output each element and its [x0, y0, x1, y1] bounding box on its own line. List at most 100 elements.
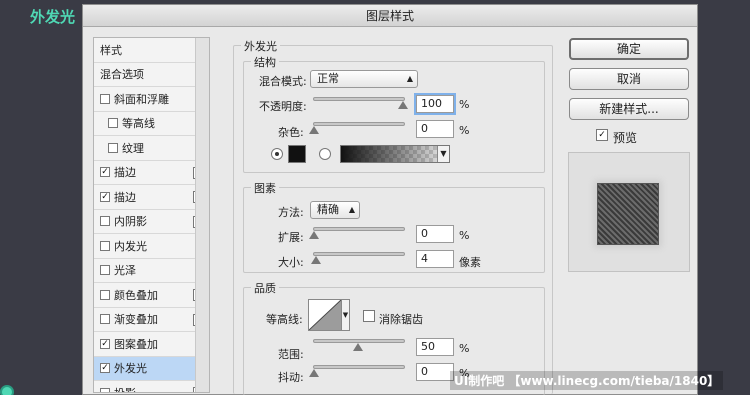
watermark: UI制作吧 【www.linecg.com/tieba/1840】 [450, 371, 724, 390]
antialias-label: 消除锯齿 [379, 313, 423, 326]
glow-color-swatch[interactable] [288, 145, 306, 163]
style-checkbox[interactable]: ✓ [100, 363, 110, 374]
style-list-item[interactable]: 颜色叠加+ [94, 283, 209, 308]
style-list-item-label: 描边 [114, 166, 136, 180]
size-unit: 像素 [459, 256, 481, 269]
style-list-item[interactable]: 等高线 [94, 111, 209, 136]
size-input[interactable]: 4 [416, 250, 454, 268]
jitter-slider[interactable] [313, 365, 405, 369]
spread-slider[interactable] [313, 227, 405, 231]
method-label: 方法: [278, 206, 304, 219]
spread-label: 扩展: [278, 231, 304, 244]
contour-linear-icon [308, 299, 342, 331]
style-checkbox[interactable] [108, 142, 118, 153]
gradient-radio[interactable] [319, 148, 331, 160]
chevron-down-icon[interactable]: ▼ [437, 146, 449, 162]
method-select[interactable]: 精确 ▲ [310, 201, 360, 219]
preview-thumbnail [597, 183, 659, 245]
style-list-item-label: 光泽 [114, 264, 136, 278]
spread-slider-thumb[interactable] [309, 231, 319, 239]
noise-input[interactable]: 0 [416, 120, 454, 138]
style-checkbox[interactable]: ✓ [100, 191, 110, 202]
noise-slider-thumb[interactable] [309, 126, 319, 134]
cancel-button[interactable]: 取消 [569, 68, 689, 90]
style-list-item-label: 图案叠加 [114, 337, 158, 351]
antialias-checkbox[interactable] [363, 310, 375, 322]
style-list-item-label: 颜色叠加 [114, 288, 158, 302]
range-slider-thumb[interactable] [353, 343, 363, 351]
dialog-title: 图层样式 [83, 5, 697, 27]
opacity-label: 不透明度: [259, 100, 307, 113]
glow-gradient-picker[interactable]: ▼ [340, 145, 450, 163]
style-checkbox[interactable] [100, 216, 110, 227]
corner-badge-icon [0, 385, 14, 395]
style-list-item[interactable]: 斜面和浮雕 [94, 87, 209, 112]
style-list: 样式混合选项斜面和浮雕等高线纹理✓描边+✓描边+内阴影+内发光光泽颜色叠加+渐变… [93, 37, 210, 393]
style-list-item[interactable]: ✓描边+ [94, 160, 209, 185]
contour-picker[interactable] [308, 299, 342, 331]
ok-button[interactable]: 确定 [569, 38, 689, 60]
style-list-item-label: 等高线 [122, 117, 155, 131]
opacity-input[interactable]: 100 [414, 93, 456, 115]
style-checkbox[interactable] [108, 118, 118, 129]
style-list-item-label: 样式 [100, 43, 122, 57]
style-list-item[interactable]: 纹理 [94, 136, 209, 161]
style-list-item[interactable]: 光泽 [94, 258, 209, 283]
preview-checkbox[interactable]: ✓ [596, 129, 608, 141]
size-slider-thumb[interactable] [311, 256, 321, 264]
style-list-item-label: 外发光 [114, 362, 147, 376]
noise-label: 杂色: [278, 126, 304, 139]
style-list-item[interactable]: 投影+ [94, 381, 209, 392]
style-checkbox[interactable] [100, 387, 110, 392]
opacity-slider[interactable] [313, 97, 405, 101]
style-checkbox[interactable] [100, 240, 110, 251]
style-checkbox[interactable] [100, 314, 110, 325]
contour-dropdown[interactable]: ▼ [341, 299, 350, 331]
opacity-slider-thumb[interactable] [398, 101, 408, 109]
structure-title: 结构 [251, 54, 279, 70]
style-list-item-label: 投影 [114, 385, 136, 392]
updown-arrow-icon: ▲ [406, 74, 413, 83]
preview-label: 预览 [613, 131, 638, 145]
page-label: 外发光 [30, 8, 76, 26]
style-checkbox[interactable]: ✓ [100, 338, 110, 349]
new-style-button[interactable]: 新建样式... [569, 98, 689, 120]
range-input[interactable]: 50 [416, 338, 454, 356]
solid-color-radio[interactable] [271, 148, 283, 160]
style-list-item[interactable]: 内阴影+ [94, 209, 209, 234]
style-list-item[interactable]: 渐变叠加+ [94, 307, 209, 332]
blend-mode-label: 混合模式: [259, 75, 307, 88]
style-list-item[interactable]: 内发光 [94, 234, 209, 259]
range-label: 范围: [278, 348, 304, 361]
style-preview [568, 152, 690, 272]
style-list-item[interactable]: 样式 [94, 38, 209, 63]
style-list-item[interactable]: 混合选项 [94, 62, 209, 87]
jitter-label: 抖动: [278, 371, 304, 384]
size-label: 大小: [278, 256, 304, 269]
style-list-item[interactable]: ✓ 图案叠加 [94, 332, 209, 357]
noise-unit: % [459, 124, 470, 137]
style-list-item[interactable]: ✓描边+ [94, 185, 209, 210]
style-list-scrollbar[interactable] [195, 38, 209, 392]
style-checkbox[interactable] [100, 265, 110, 276]
style-checkbox[interactable] [100, 93, 110, 104]
style-checkbox[interactable]: ✓ [100, 167, 110, 178]
noise-slider[interactable] [313, 122, 405, 126]
updown-arrow-icon: ▲ [348, 205, 355, 214]
style-list-item-label: 斜面和浮雕 [114, 92, 169, 106]
style-list-item-label: 描边 [114, 190, 136, 204]
spread-unit: % [459, 229, 470, 242]
style-list-item-label: 内发光 [114, 239, 147, 253]
jitter-input[interactable]: 0 [416, 363, 454, 381]
blend-mode-select[interactable]: 正常 ▲ [310, 70, 418, 88]
spread-input[interactable]: 0 [416, 225, 454, 243]
blend-mode-value: 正常 [317, 72, 339, 85]
style-list-item-label: 混合选项 [100, 68, 144, 82]
style-checkbox[interactable] [100, 289, 110, 300]
jitter-slider-thumb[interactable] [309, 369, 319, 377]
range-unit: % [459, 342, 470, 355]
style-list-item[interactable]: ✓ 外发光 [94, 356, 209, 381]
size-slider[interactable] [313, 252, 405, 256]
contour-label: 等高线: [266, 313, 303, 326]
style-list-item-label: 内阴影 [114, 215, 147, 229]
